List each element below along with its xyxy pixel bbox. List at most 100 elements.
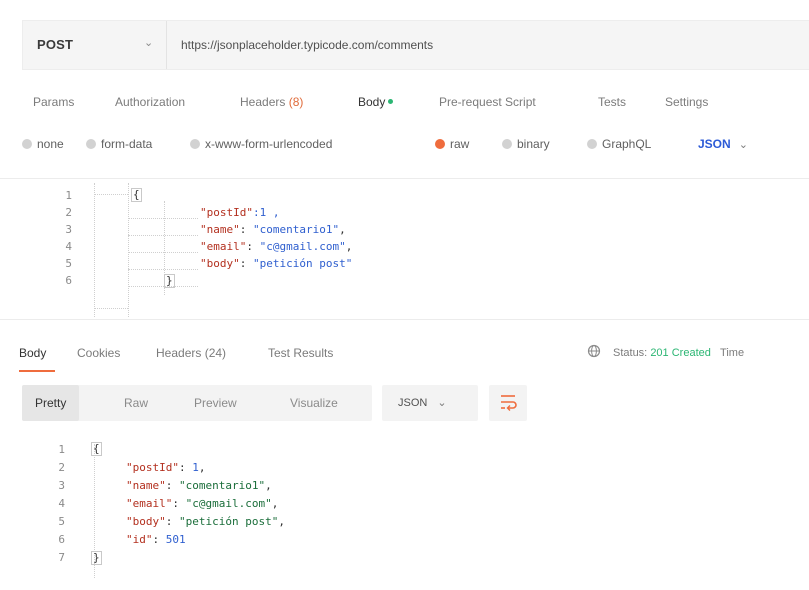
response-line-1: { <box>91 442 102 456</box>
radio-none[interactable]: none <box>22 137 64 151</box>
json-comma: , <box>271 497 279 510</box>
radio-graphql[interactable]: GraphQL <box>587 137 651 151</box>
matched-brace: } <box>164 274 175 288</box>
json-key: "postId" <box>200 206 253 219</box>
tab-params[interactable]: Params <box>33 95 74 109</box>
line-number: 6 <box>58 533 65 546</box>
json-separator: : <box>178 461 193 474</box>
view-visualize-button[interactable]: Visualize <box>290 385 338 421</box>
method-select[interactable]: POST <box>37 37 73 52</box>
view-preview-button[interactable]: Preview <box>194 385 237 421</box>
line-number: 4 <box>65 240 72 253</box>
radio-label: x-www-form-urlencoded <box>205 137 333 151</box>
json-separator: : <box>239 257 253 270</box>
modified-dot-icon <box>388 99 394 105</box>
indent-guide <box>128 286 198 287</box>
json-comma: , <box>265 479 272 492</box>
response-format-select[interactable]: JSON ⌄ <box>382 385 478 421</box>
line-number: 6 <box>65 274 72 287</box>
radio-circle-icon <box>502 138 512 149</box>
line-number: 3 <box>65 223 72 236</box>
json-value: "comentario1" <box>253 223 340 236</box>
json-separator: : <box>165 515 179 528</box>
indent-guide <box>94 183 95 317</box>
json-value: 501 <box>165 533 186 546</box>
indent-guide <box>128 269 198 270</box>
radio-raw[interactable]: raw <box>435 137 469 151</box>
json-key: "email" <box>126 497 173 510</box>
tab-settings[interactable]: Settings <box>665 95 708 109</box>
radio-label: GraphQL <box>602 137 652 151</box>
status-value[interactable]: 201 Created <box>650 347 711 359</box>
tab-pre-request-script[interactable]: Pre-request Script <box>439 95 536 109</box>
wrap-lines-icon <box>501 395 517 411</box>
radio-circle-icon <box>190 138 200 149</box>
json-value: "c@gmail.com" <box>185 497 272 510</box>
json-value: "comentario1" <box>179 479 266 492</box>
response-tab-test-results[interactable]: Test Results <box>268 346 333 360</box>
view-raw-button[interactable]: Raw <box>124 385 148 421</box>
view-pretty-button[interactable]: Pretty <box>22 385 80 421</box>
wrap-lines-button[interactable] <box>489 385 527 421</box>
tab-authorization[interactable]: Authorization <box>115 95 185 109</box>
json-value: :1 , <box>252 206 280 219</box>
body-format-label: JSON <box>698 137 731 151</box>
json-comma: , <box>278 515 285 528</box>
response-tab-cookies[interactable]: Cookies <box>77 346 120 360</box>
json-key: "postId" <box>126 461 179 474</box>
radio-circle-icon <box>435 138 445 149</box>
radio-binary[interactable]: binary <box>502 137 550 151</box>
json-separator: : <box>165 479 179 492</box>
response-body-viewer[interactable]: 1 2 3 4 5 6 7 { "postId": 1, "name": "co… <box>0 430 809 590</box>
indent-guide <box>128 218 198 219</box>
code-line-4: "email": "c@gmail.com", <box>200 240 352 253</box>
url-input[interactable]: https://jsonplaceholder.typicode.com/com… <box>181 38 433 52</box>
radio-label: raw <box>450 137 470 151</box>
line-number: 1 <box>65 189 72 202</box>
line-number: 7 <box>58 551 65 564</box>
line-number: 3 <box>58 479 65 492</box>
chevron-down-icon: ⌄ <box>437 397 447 409</box>
tab-body[interactable]: Body <box>358 95 394 109</box>
radio-circle-icon <box>22 138 32 149</box>
tab-headers[interactable]: Headers (8) <box>240 95 303 109</box>
code-line-6: } <box>164 274 175 288</box>
radio-form-data[interactable]: form-data <box>86 137 152 151</box>
indent-guide <box>94 308 128 309</box>
json-separator: : <box>152 533 166 546</box>
line-number: 1 <box>58 443 65 456</box>
json-comma: , <box>198 461 206 474</box>
body-format-select[interactable]: JSON ⌄ <box>698 137 748 151</box>
response-line-3: "name": "comentario1", <box>126 479 272 492</box>
json-comma: , <box>339 223 346 236</box>
matched-brace: { <box>91 442 102 456</box>
json-separator: : <box>239 223 253 236</box>
globe-icon[interactable] <box>587 344 601 358</box>
matched-brace: } <box>91 551 102 565</box>
radio-circle-icon <box>587 138 597 149</box>
line-number: 5 <box>65 257 72 270</box>
response-line-6: "id": 501 <box>126 533 186 546</box>
json-key: "body" <box>200 257 240 270</box>
code-line-2: "postId":1 , <box>200 206 279 219</box>
json-value: "petición post" <box>253 257 353 270</box>
json-value: "petición post" <box>179 515 279 528</box>
tab-body-label: Body <box>358 95 386 109</box>
chevron-down-icon[interactable]: ⌄ <box>144 36 153 49</box>
response-tab-body[interactable]: Body <box>19 346 46 360</box>
divider <box>166 21 167 69</box>
matched-brace: { <box>131 188 142 202</box>
code-line-5: "body": "petición post" <box>200 257 352 270</box>
time-label: Time <box>720 347 745 359</box>
json-key: "name" <box>200 223 240 236</box>
line-number: 5 <box>58 515 65 528</box>
indent-guide <box>94 194 128 195</box>
indent-guide <box>128 183 129 317</box>
tab-tests[interactable]: Tests <box>598 95 626 109</box>
json-key: "id" <box>126 533 153 546</box>
response-tab-headers[interactable]: Headers (24) <box>156 346 226 360</box>
line-number: 2 <box>65 206 72 219</box>
radio-urlencoded[interactable]: x-www-form-urlencoded <box>190 137 332 151</box>
request-body-editor[interactable]: 1 2 3 4 5 6 { "postId":1 , "name": "come… <box>0 178 809 320</box>
radio-label: binary <box>517 137 550 151</box>
